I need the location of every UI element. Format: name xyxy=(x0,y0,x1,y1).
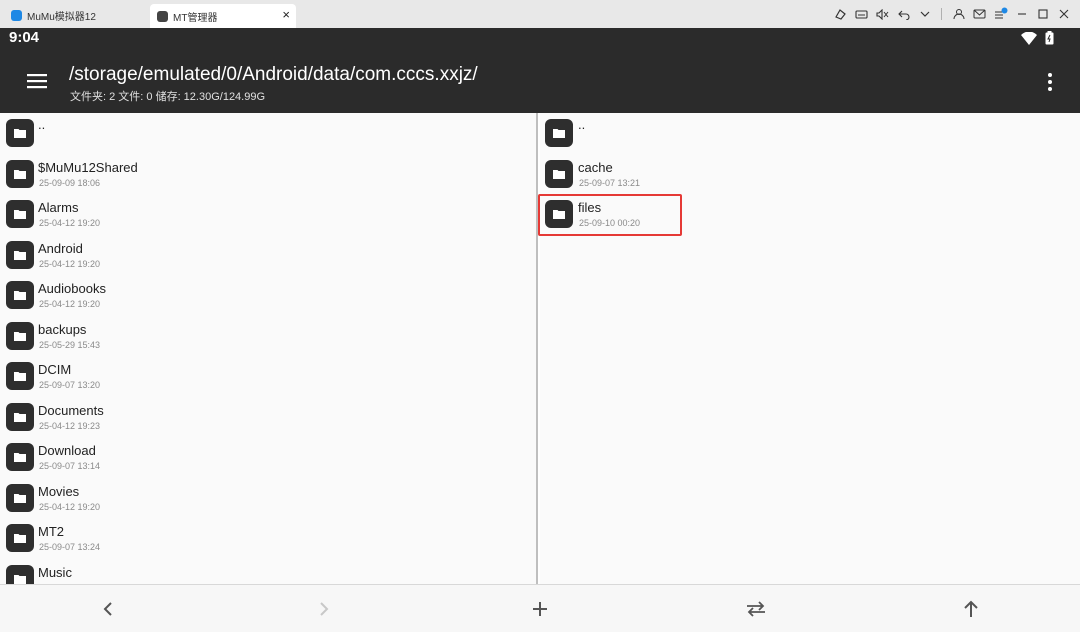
app-toolbar: 9:04 /storage/emulated/0/Android/data/co… xyxy=(0,28,1080,113)
file-name: Music xyxy=(38,564,72,580)
maximize-icon[interactable] xyxy=(1032,4,1053,24)
tab-mumu-emulator[interactable]: MuMu模拟器12 xyxy=(4,4,146,26)
list-item-files[interactable]: files 25-09-10 00:20 xyxy=(540,194,1080,235)
file-name: Download xyxy=(38,443,96,458)
list-item[interactable]: Movies 25-04-12 19:20 xyxy=(0,478,536,519)
file-date: 25-09-07 13:14 xyxy=(39,461,101,471)
list-item[interactable]: Android 25-04-12 19:20 xyxy=(0,235,536,276)
file-date: 25-09-07 13:21 xyxy=(579,177,641,188)
folder-icon xyxy=(6,200,34,228)
list-item[interactable]: $MuMu12Shared 25-09-09 18:06 xyxy=(0,154,536,195)
folder-icon xyxy=(6,362,34,390)
menu-update-icon[interactable] xyxy=(990,4,1011,24)
status-time: 9:04 xyxy=(9,29,40,46)
minimize-icon[interactable] xyxy=(1011,4,1032,24)
add-icon[interactable] xyxy=(528,597,552,621)
file-date: 25-04-12 19:23 xyxy=(39,420,101,431)
folder-icon xyxy=(6,483,34,512)
close-window-icon[interactable] xyxy=(1053,4,1074,24)
file-name: Movies xyxy=(38,483,80,499)
file-name: Audiobooks xyxy=(38,281,106,296)
system-status-icons xyxy=(1021,31,1054,45)
tab-mt-manager[interactable]: MT管理器 × xyxy=(150,4,296,28)
folder-icon xyxy=(545,200,573,228)
file-name: backups xyxy=(38,321,87,337)
user-icon[interactable] xyxy=(948,4,969,24)
list-item[interactable]: DCIM 25-09-07 13:20 xyxy=(0,356,536,397)
battery-icon xyxy=(1045,31,1054,45)
mute-icon[interactable] xyxy=(872,4,893,24)
list-item[interactable]: MT2 25-09-07 13:24 xyxy=(0,518,536,559)
folder-icon xyxy=(545,119,573,147)
mumu-app-icon xyxy=(11,9,22,21)
folder-icon xyxy=(6,402,34,431)
gamepad-icon[interactable] xyxy=(830,4,851,24)
chevron-down-icon[interactable] xyxy=(914,4,935,24)
up-arrow-icon[interactable] xyxy=(959,597,983,621)
file-date: 25-04-12 19:20 xyxy=(39,299,101,309)
tab-label: MuMu模拟器12 xyxy=(27,11,96,23)
file-name: Android xyxy=(38,240,83,256)
folder-icon xyxy=(545,159,573,188)
list-item[interactable]: Documents 25-04-12 19:23 xyxy=(0,397,536,438)
list-item[interactable]: Alarms 25-04-12 19:20 xyxy=(0,194,536,235)
file-name: Alarms xyxy=(38,200,79,215)
back-arrow-icon[interactable] xyxy=(96,597,120,621)
list-item[interactable]: backups 25-05-29 15:43 xyxy=(0,316,536,357)
list-item[interactable]: Audiobooks 25-04-12 19:20 xyxy=(0,275,536,316)
file-date: 25-04-12 19:20 xyxy=(39,501,101,512)
file-name: .. xyxy=(578,117,586,132)
file-date: 25-09-10 00:20 xyxy=(579,218,641,228)
forward-arrow-icon[interactable] xyxy=(312,597,336,621)
hamburger-menu-icon[interactable] xyxy=(25,69,49,93)
emulator-title-bar: MuMu模拟器12 MT管理器 × xyxy=(0,0,1080,28)
bottom-action-bar xyxy=(0,584,1080,632)
folder-icon xyxy=(6,119,34,147)
tab-label: MT管理器 xyxy=(173,12,218,24)
swap-icon[interactable] xyxy=(744,597,768,621)
file-date: 25-09-09 18:06 xyxy=(39,177,101,188)
file-date: 25-04-12 19:20 xyxy=(39,258,101,269)
close-tab-icon[interactable]: × xyxy=(282,8,290,22)
folder-icon xyxy=(6,443,34,471)
file-date: 25-09-07 13:24 xyxy=(39,542,101,552)
folder-icon xyxy=(6,564,34,584)
left-file-pane: .. $MuMu12Shared 25-09-09 18:06 Alarms 2… xyxy=(0,113,538,584)
back-icon[interactable] xyxy=(893,4,914,24)
list-item[interactable]: cache 25-09-07 13:21 xyxy=(540,154,1080,195)
right-file-pane: .. cache 25-09-07 13:21 files 25-09-10 0… xyxy=(540,113,1080,584)
folder-icon xyxy=(6,281,34,309)
file-name: MT2 xyxy=(38,524,64,539)
current-path: /storage/emulated/0/Android/data/com.ccc… xyxy=(69,64,478,85)
file-name: files xyxy=(578,200,602,215)
wifi-icon xyxy=(1021,31,1037,45)
list-item-parent-dir[interactable]: .. xyxy=(540,113,1080,154)
folder-icon xyxy=(6,159,34,188)
list-item[interactable]: Music xyxy=(0,559,536,584)
file-date: 25-04-12 19:20 xyxy=(39,218,101,228)
file-name: DCIM xyxy=(38,362,72,377)
mt-app-icon xyxy=(157,10,168,22)
file-date: 25-09-07 13:20 xyxy=(39,380,101,390)
more-options-icon[interactable] xyxy=(1046,72,1054,92)
file-name: Documents xyxy=(38,402,104,418)
folder-icon xyxy=(6,240,34,269)
storage-stats: 文件夹: 2 文件: 0 储存: 12.30G/124.99G xyxy=(70,91,266,103)
list-item[interactable]: Download 25-09-07 13:14 xyxy=(0,437,536,478)
folder-icon xyxy=(6,524,34,552)
mail-icon[interactable] xyxy=(969,4,990,24)
file-name: cache xyxy=(578,159,613,175)
divider xyxy=(941,8,942,20)
window-controls xyxy=(830,4,1074,24)
file-date: 25-05-29 15:43 xyxy=(39,339,101,350)
file-name: $MuMu12Shared xyxy=(38,159,138,175)
folder-icon xyxy=(6,321,34,350)
keyboard-icon[interactable] xyxy=(851,4,872,24)
list-item-parent-dir[interactable]: .. xyxy=(0,113,536,154)
file-name: .. xyxy=(38,117,46,132)
